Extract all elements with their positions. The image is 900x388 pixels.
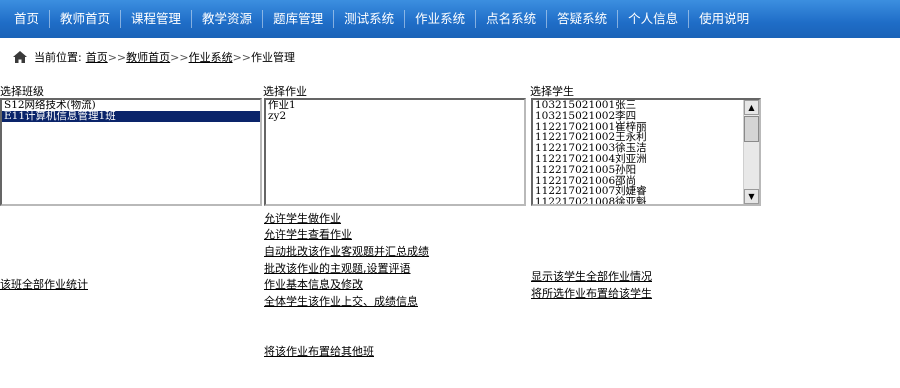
home-icon (13, 51, 27, 63)
breadcrumb-home-link[interactable]: 首页 (86, 49, 108, 65)
grade-subjective-link[interactable]: 批改该作业的主观题,设置评语 (264, 260, 411, 276)
auto-grade-objective-link[interactable]: 自动批改该作业客观题并汇总成绩 (264, 243, 429, 259)
student-option[interactable]: 112217021008徐亚魁 (533, 197, 759, 204)
class-option-selected[interactable]: E11计算机信息管理1班 (2, 110, 260, 122)
student-option[interactable]: 103215021002李四 (533, 110, 759, 122)
scroll-down-arrow-icon[interactable]: ▼ (744, 189, 759, 204)
nav-home[interactable]: 首页 (0, 0, 49, 38)
nav-user-guide[interactable]: 使用说明 (689, 0, 759, 38)
nav-question-bank[interactable]: 题库管理 (263, 0, 333, 38)
nav-teaching-resources[interactable]: 教学资源 (192, 0, 262, 38)
homework-info-edit-link[interactable]: 作业基本信息及修改 (264, 276, 363, 292)
breadcrumb-separator: >> (107, 50, 127, 64)
breadcrumb-separator: >> (232, 50, 252, 64)
nav-personal-info[interactable]: 个人信息 (618, 0, 688, 38)
scroll-up-arrow-icon[interactable]: ▲ (744, 100, 759, 115)
breadcrumb-teacher-home-link[interactable]: 教师首页 (126, 49, 170, 65)
nav-attendance-system[interactable]: 点名系统 (476, 0, 546, 38)
homework-select-label: 选择作业 (263, 85, 307, 98)
breadcrumb: 当前位置: 首页 >> 教师首页 >> 作业系统 >> 作业管理 (12, 48, 295, 66)
homework-listbox[interactable]: 作业1 zy2 (264, 98, 526, 206)
student-listbox-scrollbar[interactable]: ▲ ▼ (743, 100, 759, 204)
assign-to-other-class-link[interactable]: 将该作业布置给其他班 (264, 343, 374, 359)
breadcrumb-homework-system-link[interactable]: 作业系统 (189, 49, 233, 65)
class-homework-stats-link[interactable]: 该班全部作业统计 (0, 276, 88, 292)
top-nav: 首页 教师首页 课程管理 教学资源 题库管理 测试系统 作业系统 点名系统 答疑… (0, 0, 900, 38)
breadcrumb-current: 作业管理 (251, 51, 296, 64)
class-listbox[interactable]: S12网络技术(物流) E11计算机信息管理1班 (0, 98, 262, 206)
class-select-label: 选择班级 (0, 85, 44, 98)
homework-option[interactable]: 作业1 (266, 100, 524, 111)
scrollbar-thumb[interactable] (744, 116, 759, 142)
nav-homework-system[interactable]: 作业系统 (405, 0, 475, 38)
nav-teacher-home[interactable]: 教师首页 (50, 0, 120, 38)
submission-grades-info-link[interactable]: 全体学生该作业上交、成绩信息 (264, 293, 418, 309)
allow-students-view-homework-link[interactable]: 允许学生查看作业 (264, 226, 352, 242)
assign-homework-to-student-link[interactable]: 将所选作业布置给该学生 (531, 285, 652, 301)
breadcrumb-separator: >> (170, 50, 189, 64)
student-listbox[interactable]: 103215021001张三 103215021002李四 1122170210… (531, 98, 761, 206)
breadcrumb-prefix: 当前位置: (34, 51, 82, 64)
nav-course-management[interactable]: 课程管理 (121, 0, 191, 38)
show-student-all-homework-link[interactable]: 显示该学生全部作业情况 (531, 268, 652, 284)
nav-test-system[interactable]: 测试系统 (334, 0, 404, 38)
allow-students-do-homework-link[interactable]: 允许学生做作业 (264, 210, 341, 226)
nav-qa-system[interactable]: 答疑系统 (547, 0, 617, 38)
student-select-label: 选择学生 (530, 85, 574, 98)
homework-option[interactable]: zy2 (266, 110, 524, 122)
student-option[interactable]: 112217021005孙阳 (533, 164, 759, 176)
